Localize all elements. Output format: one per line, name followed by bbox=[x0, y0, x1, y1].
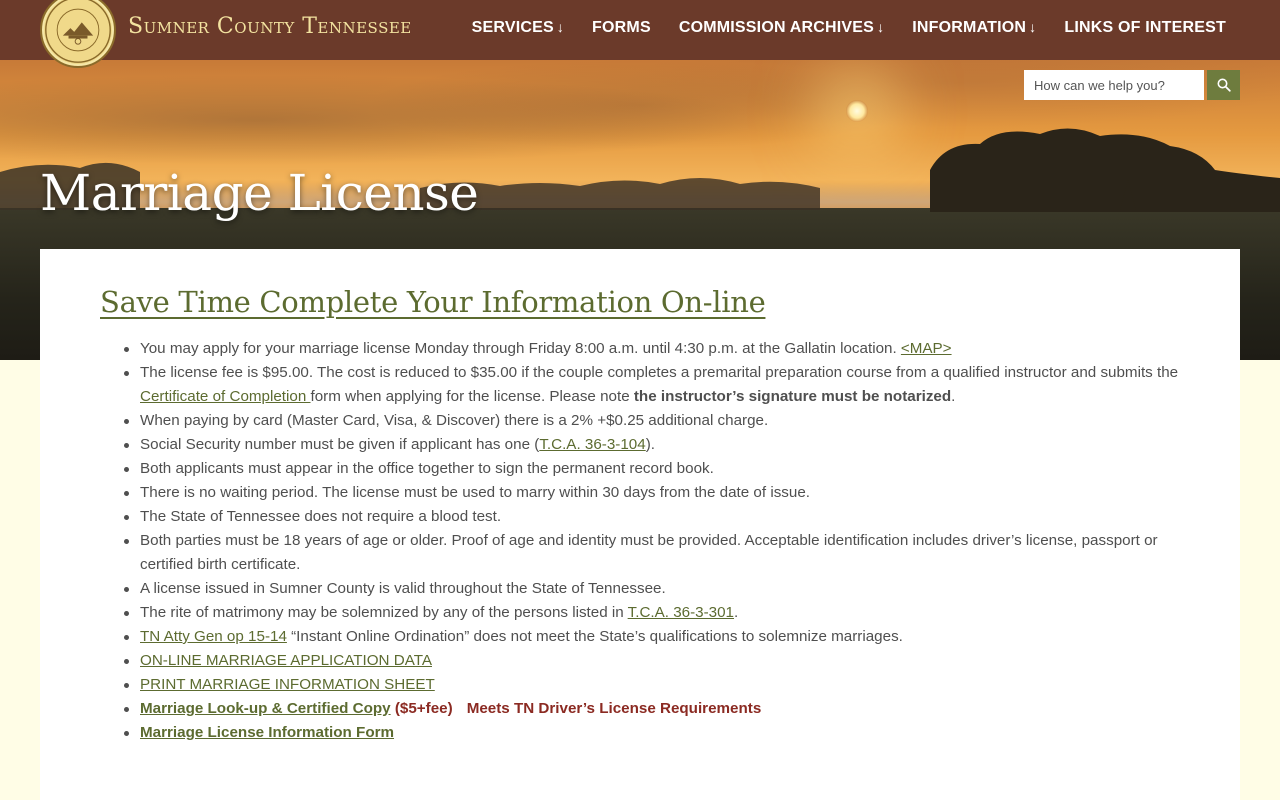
dropdown-arrow-icon: ↓ bbox=[1029, 19, 1037, 35]
item-text: Both applicants must appear in the offic… bbox=[140, 460, 714, 477]
nav-information[interactable]: INFORMATION ↓ bbox=[898, 19, 1050, 41]
list-item: The rite of matrimony may be solemnized … bbox=[124, 601, 1190, 625]
seal-emblem bbox=[45, 0, 111, 63]
search-icon bbox=[1217, 78, 1231, 92]
nav-forms[interactable]: FORMS bbox=[578, 19, 665, 41]
county-seal-logo[interactable] bbox=[40, 0, 116, 68]
list-item: You may apply for your marriage license … bbox=[124, 337, 1190, 361]
print-marriage-info-sheet-link[interactable]: PRINT MARRIAGE INFORMATION SHEET bbox=[140, 676, 435, 693]
list-item: Both applicants must appear in the offic… bbox=[124, 457, 1190, 481]
item-text: Both parties must be 18 years of age or … bbox=[140, 532, 1158, 573]
list-item: A license issued in Sumner County is val… bbox=[124, 577, 1190, 601]
search-input[interactable] bbox=[1024, 70, 1204, 100]
list-item: TN Atty Gen op 15-14 “Instant Online Ord… bbox=[124, 625, 1190, 649]
nav-commission-archives[interactable]: COMMISSION ARCHIVES ↓ bbox=[665, 19, 898, 41]
tca-36-3-104-link[interactable]: T.C.A. 36-3-104 bbox=[539, 436, 645, 453]
dropdown-arrow-icon: ↓ bbox=[877, 19, 885, 35]
list-item: The State of Tennessee does not require … bbox=[124, 505, 1190, 529]
tn-atty-gen-link[interactable]: TN Atty Gen op 15-14 bbox=[140, 628, 287, 645]
dropdown-arrow-icon: ↓ bbox=[556, 19, 565, 35]
list-item: Marriage License Information Form bbox=[124, 721, 1190, 745]
marriage-info-list: You may apply for your marriage license … bbox=[124, 337, 1190, 745]
list-item: ON-LINE MARRIAGE APPLICATION DATA bbox=[124, 649, 1190, 673]
online-info-heading-link[interactable]: Save Time Complete Your Information On-l… bbox=[100, 285, 766, 319]
item-text: “Instant Online Ordination” does not mee… bbox=[286, 628, 903, 645]
item-text: ). bbox=[645, 436, 655, 453]
item-text: Social Security number must be given if … bbox=[140, 436, 540, 453]
item-text: The rite of matrimony may be solemnized … bbox=[140, 604, 628, 621]
item-text: . bbox=[734, 604, 739, 621]
map-link[interactable]: <MAP> bbox=[901, 340, 952, 357]
item-text: A license issued in Sumner County is val… bbox=[140, 580, 666, 597]
list-item: The license fee is $95.00. The cost is r… bbox=[124, 361, 1190, 409]
main-nav: SERVICES ↓ FORMS COMMISSION ARCHIVES ↓ INF… bbox=[458, 0, 1240, 60]
notarized-note: the instructor’s signature must be notar… bbox=[633, 388, 952, 405]
nav-links-of-interest-label: LINKS OF INTEREST bbox=[1064, 19, 1226, 36]
site-title[interactable]: Sumner County Tennessee bbox=[128, 14, 412, 39]
nav-links-of-interest[interactable]: LINKS OF INTEREST bbox=[1050, 19, 1240, 41]
item-text: . bbox=[951, 388, 956, 405]
list-item: Marriage Look-up & Certified Copy ($5+fe… bbox=[124, 697, 1190, 721]
fee-note: ($5+fee) bbox=[390, 700, 453, 717]
nav-forms-label: FORMS bbox=[592, 19, 651, 36]
list-item: When paying by card (Master Card, Visa, … bbox=[124, 409, 1190, 433]
nav-information-label: INFORMATION bbox=[912, 19, 1027, 36]
search-button[interactable] bbox=[1207, 70, 1240, 100]
page-title: Marriage License bbox=[40, 164, 479, 222]
list-item: There is no waiting period. The license … bbox=[124, 481, 1190, 505]
tca-36-3-301-link[interactable]: T.C.A. 36-3-301 bbox=[628, 604, 734, 621]
marriage-lookup-link[interactable]: Marriage Look-up & Certified Copy bbox=[140, 700, 391, 717]
list-item: Social Security number must be given if … bbox=[124, 433, 1190, 457]
top-navigation-bar: Sumner County Tennessee SERVICES ↓ FORMS … bbox=[0, 0, 1280, 68]
online-marriage-application-link[interactable]: ON-LINE MARRIAGE APPLICATION DATA bbox=[140, 652, 432, 669]
marriage-license-info-form-link[interactable]: Marriage License Information Form bbox=[140, 724, 394, 741]
nav-services[interactable]: SERVICES ↓ bbox=[458, 19, 578, 41]
item-text: When paying by card (Master Card, Visa, … bbox=[140, 412, 769, 429]
item-text: The State of Tennessee does not require … bbox=[140, 508, 502, 525]
item-text: You may apply for your marriage license … bbox=[140, 340, 901, 357]
search-bar bbox=[1024, 70, 1240, 100]
content-card: Save Time Complete Your Information On-l… bbox=[40, 249, 1240, 800]
item-text: form when applying for the license. Plea… bbox=[310, 388, 634, 405]
certificate-of-completion-link[interactable]: Certificate of Completion bbox=[140, 388, 311, 405]
nav-services-label: SERVICES bbox=[471, 19, 554, 36]
item-text: The license fee is $95.00. The cost is r… bbox=[140, 364, 1179, 381]
drivers-license-note: Meets TN Driver’s License Requirements bbox=[466, 700, 762, 717]
list-item: Both parties must be 18 years of age or … bbox=[124, 529, 1190, 577]
item-text: There is no waiting period. The license … bbox=[140, 484, 810, 501]
nav-commission-archives-label: COMMISSION ARCHIVES bbox=[678, 19, 875, 36]
list-item: PRINT MARRIAGE INFORMATION SHEET bbox=[124, 673, 1190, 697]
